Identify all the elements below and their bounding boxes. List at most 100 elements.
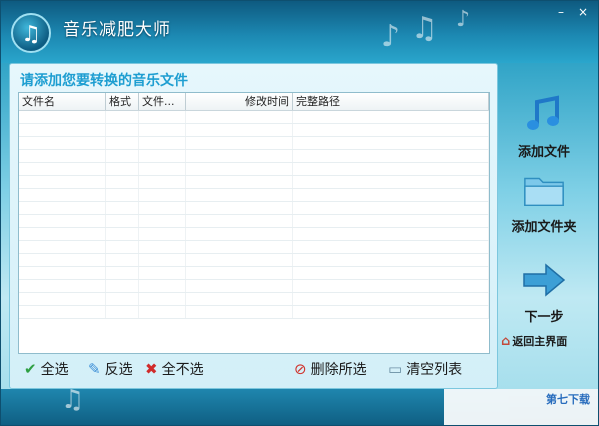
table-cell [139, 150, 186, 162]
table-row[interactable] [19, 241, 489, 254]
section-title: 请添加您要转换的音乐文件 [20, 73, 188, 89]
table-cell [139, 189, 186, 201]
table-cell [19, 202, 106, 214]
table-cell [139, 306, 186, 318]
music-note-icon: ♪ [456, 7, 471, 32]
table-row[interactable] [19, 280, 489, 293]
table-cell [19, 280, 106, 292]
table-cell [19, 215, 106, 227]
table-cell [106, 215, 139, 227]
table-cell [293, 215, 489, 227]
clear-list-button[interactable]: ▭ 清空列表 [388, 359, 462, 379]
add-folder-button[interactable]: 添加文件夹 [504, 168, 584, 235]
table-row[interactable] [19, 254, 489, 267]
table-cell [293, 254, 489, 266]
table-cell [186, 189, 293, 201]
table-cell [186, 111, 293, 123]
table-row[interactable] [19, 293, 489, 306]
column-header-modified[interactable]: 修改时间 [186, 93, 293, 110]
table-cell [293, 228, 489, 240]
select-all-button[interactable]: ✔ 全选 [24, 359, 69, 379]
back-home-button[interactable]: ⌂ 返回主界面 [501, 333, 567, 349]
column-header-format[interactable]: 格式 [106, 93, 139, 110]
delete-selected-button[interactable]: ⊘ 删除所选 [294, 359, 367, 379]
add-file-label: 添加文件 [517, 145, 570, 160]
table-cell [293, 189, 489, 201]
clear-list-label: 清空列表 [406, 362, 463, 378]
file-table[interactable]: 文件名 格式 文件... 修改时间 完整路径 [18, 92, 490, 354]
table-row[interactable] [19, 228, 489, 241]
table-cell [106, 150, 139, 162]
table-row[interactable] [19, 215, 489, 228]
table-row[interactable] [19, 267, 489, 280]
table-cell [106, 163, 139, 175]
table-row[interactable] [19, 176, 489, 189]
table-cell [106, 189, 139, 201]
table-cell [139, 111, 186, 123]
music-note-icon [522, 93, 566, 137]
table-cell [106, 111, 139, 123]
add-folder-label: 添加文件夹 [511, 220, 577, 235]
watermark: 第七下载 [444, 389, 598, 425]
table-cell [19, 163, 106, 175]
table-cell [139, 228, 186, 240]
back-home-label: 返回主界面 [512, 335, 568, 348]
column-header-filename[interactable]: 文件名 [19, 93, 106, 110]
select-none-button[interactable]: ✖ 全不选 [145, 359, 204, 379]
table-cell [19, 306, 106, 318]
table-row[interactable] [19, 124, 489, 137]
table-cell [139, 254, 186, 266]
table-row[interactable] [19, 111, 489, 124]
table-cell [293, 176, 489, 188]
table-cell [106, 280, 139, 292]
delete-icon: ⊘ [294, 360, 307, 378]
table-cell [19, 137, 106, 149]
add-file-button[interactable]: 添加文件 [504, 93, 584, 160]
table-cell [186, 293, 293, 305]
table-cell [293, 306, 489, 318]
watermark-text: 第七下载 [546, 393, 590, 406]
checkmark-icon: ✔ [24, 360, 37, 378]
table-row[interactable] [19, 150, 489, 163]
table-cell [19, 150, 106, 162]
minimize-button[interactable]: – [553, 5, 569, 19]
table-cell [293, 137, 489, 149]
table-row[interactable] [19, 163, 489, 176]
table-body [19, 111, 489, 319]
table-cell [19, 267, 106, 279]
table-cell [186, 202, 293, 214]
table-cell [139, 293, 186, 305]
music-note-icon: ♫ [61, 385, 85, 415]
next-step-button[interactable]: 下一步 [504, 258, 584, 325]
table-cell [139, 280, 186, 292]
table-cell [139, 202, 186, 214]
table-cell [106, 202, 139, 214]
column-header-filesize[interactable]: 文件... [139, 93, 186, 110]
table-cell [293, 150, 489, 162]
table-row[interactable] [19, 137, 489, 150]
column-header-path[interactable]: 完整路径 [293, 93, 489, 110]
table-row[interactable] [19, 189, 489, 202]
invert-selection-button[interactable]: ✎ 反选 [88, 359, 133, 379]
table-cell [293, 202, 489, 214]
table-cell [106, 137, 139, 149]
arrow-right-icon [522, 258, 566, 302]
table-cell [106, 254, 139, 266]
table-cell [106, 228, 139, 240]
title-bar[interactable]: ♫ 音乐减肥大师 ♪ ♫ ♪ – × [1, 1, 598, 63]
table-cell [293, 267, 489, 279]
pencil-icon: ✎ [88, 360, 101, 378]
table-cell [106, 124, 139, 136]
x-mark-icon: ✖ [145, 360, 158, 378]
table-cell [293, 241, 489, 253]
close-button[interactable]: × [575, 5, 591, 19]
table-cell [106, 293, 139, 305]
table-cell [186, 280, 293, 292]
table-cell [186, 137, 293, 149]
table-row[interactable] [19, 306, 489, 319]
table-cell [19, 254, 106, 266]
table-cell [19, 176, 106, 188]
music-note-icon: ♫ [11, 13, 51, 53]
table-cell [293, 293, 489, 305]
table-row[interactable] [19, 202, 489, 215]
